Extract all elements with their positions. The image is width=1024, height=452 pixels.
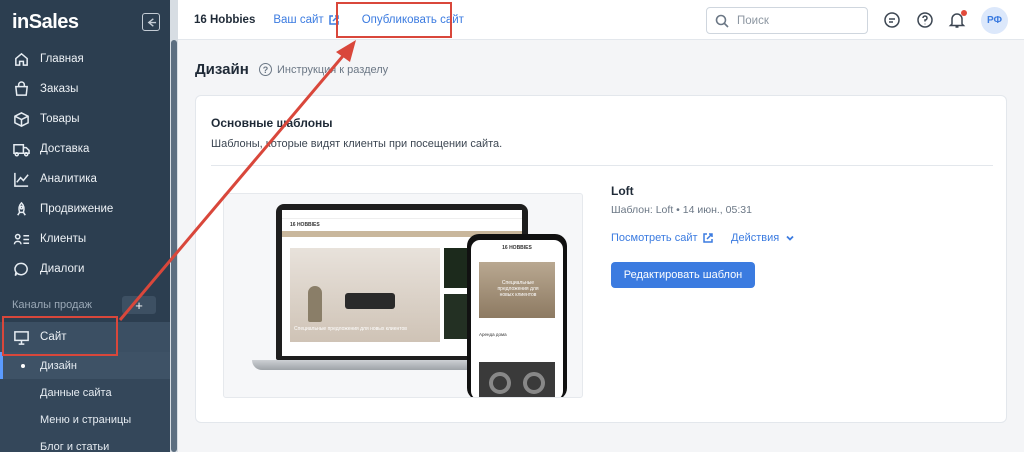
plant-shape: [308, 286, 322, 322]
site-highlight-box: [2, 316, 118, 356]
site-topbar: [282, 210, 522, 219]
site-logo: 16 HOBBIES: [290, 222, 320, 228]
sidebar-header: inSales: [0, 0, 170, 44]
shopping-bag-icon: [12, 80, 30, 98]
truck-icon: [12, 140, 30, 158]
chevron-down-icon: [786, 235, 794, 241]
clients-list-icon: [12, 230, 30, 248]
sidebar-item-dialogs[interactable]: Диалоги: [0, 254, 170, 284]
scrollbar-thumb[interactable]: [171, 40, 177, 452]
collapse-sidebar-icon[interactable]: [142, 13, 160, 31]
sidebar-item-orders[interactable]: Заказы: [0, 74, 170, 104]
search-icon: [715, 14, 729, 28]
phone-mockup: 16 HOBBIES Специальные предложения для н…: [467, 234, 567, 397]
phone-site-preview: 16 HOBBIES Специальные предложения для н…: [471, 240, 563, 397]
actions-dropdown[interactable]: Действия: [731, 232, 795, 244]
add-channel-button[interactable]: +: [122, 296, 156, 314]
sidebar-item-products[interactable]: Товары: [0, 104, 170, 134]
phone-label: Аренда дома: [479, 332, 507, 337]
question-icon: ?: [259, 63, 272, 76]
sidebar-item-clients[interactable]: Клиенты: [0, 224, 170, 254]
phone-hero-text: Специальные предложения для новых клиент…: [497, 280, 539, 298]
subnav-item-design[interactable]: Дизайн: [0, 352, 170, 379]
templates-card: Основные шаблоны Шаблоны, которые видят …: [195, 95, 1007, 423]
subnav-item-label: Блог и статьи: [40, 440, 110, 452]
subnav-item-site-data[interactable]: Данные сайта: [0, 379, 170, 406]
logo: inSales: [12, 10, 79, 33]
ring-shape: [489, 372, 511, 394]
your-site-link[interactable]: Ваш сайт: [273, 14, 339, 26]
subnav-item-label: Дизайн: [40, 359, 77, 372]
sidebar-item-label: Клиенты: [40, 233, 87, 245]
card-title: Основные шаблоны: [211, 116, 333, 130]
search-input[interactable]: [737, 14, 857, 27]
notification-badge: [961, 10, 967, 16]
template-preview: 16 HOBBIES Специальные предложения для н…: [223, 193, 583, 398]
phone-logo: 16 HOBBIES: [502, 245, 532, 251]
sidebar-item-label: Диалоги: [40, 263, 85, 275]
phone-hero: Специальные предложения для новых клиент…: [479, 262, 555, 318]
subnav-item-menus-pages[interactable]: Меню и страницы: [0, 406, 170, 433]
phone-image: [479, 362, 555, 397]
hero-image: Специальные предложения для новых клиент…: [290, 248, 440, 342]
sidebar-item-label: Аналитика: [40, 173, 97, 185]
side-image: [444, 294, 468, 339]
sofa-shape: [345, 293, 395, 309]
sidebar-item-home[interactable]: Главная: [0, 44, 170, 74]
sidebar-scrollbar[interactable]: [170, 0, 178, 452]
theme-meta: Шаблон: Loft • 14 июн., 05:31: [611, 204, 752, 216]
sidebar-item-label: Товары: [40, 113, 80, 125]
home-icon: [12, 50, 30, 68]
chart-line-icon: [12, 170, 30, 188]
rocket-icon: [12, 200, 30, 218]
sidebar-item-label: Продвижение: [40, 203, 114, 215]
sidebar-item-analytics[interactable]: Аналитика: [0, 164, 170, 194]
subnav-item-blog[interactable]: Блог и статьи: [0, 433, 170, 452]
sidebar-item-label: Заказы: [40, 83, 79, 95]
ring-shape: [523, 372, 545, 394]
theme-name: Loft: [611, 184, 634, 198]
box-icon: [12, 110, 30, 128]
notifications-bell-icon[interactable]: [948, 10, 967, 29]
active-dot-icon: [21, 363, 25, 368]
site-subnav: Дизайн Данные сайта Меню и страницы Блог…: [0, 352, 170, 452]
side-image: [444, 248, 468, 288]
avatar[interactable]: РФ: [981, 7, 1008, 34]
actions-label: Действия: [731, 232, 780, 244]
publish-highlight-box: [336, 2, 452, 38]
sidebar-item-promotion[interactable]: Продвижение: [0, 194, 170, 224]
topbar: 16 Hobbies Ваш сайт Опубликовать сайт РФ: [178, 0, 1024, 40]
subnav-item-label: Меню и страницы: [40, 413, 132, 426]
sidebar-item-label: Главная: [40, 53, 84, 65]
sidebar-item-label: Доставка: [40, 143, 90, 155]
search-box[interactable]: [706, 7, 868, 34]
store-name: 16 Hobbies: [194, 13, 256, 26]
subnav-item-label: Данные сайта: [40, 386, 112, 399]
messages-icon[interactable]: [883, 11, 901, 29]
view-site-label: Посмотреть сайт: [611, 232, 698, 244]
your-site-label: Ваш сайт: [273, 13, 324, 26]
help-icon[interactable]: [916, 11, 934, 29]
view-site-link[interactable]: Посмотреть сайт: [611, 232, 714, 244]
sidebar-item-delivery[interactable]: Доставка: [0, 134, 170, 164]
hero-text: Специальные предложения для новых клиент…: [294, 326, 407, 332]
card-subtitle: Шаблоны, которые видят клиенты при посещ…: [211, 138, 503, 150]
help-link-label: Инструкция к разделу: [277, 63, 389, 76]
sidebar: inSales Главная Заказы Товары Доставка А…: [0, 0, 170, 452]
help-link[interactable]: ? Инструкция к разделу: [259, 63, 388, 76]
external-link-icon: [702, 233, 713, 243]
chat-icon: [12, 260, 30, 278]
divider: [211, 165, 993, 166]
edit-template-button[interactable]: Редактировать шаблон: [611, 262, 755, 288]
page-title: Дизайн: [195, 61, 249, 78]
sales-channels-label: Каналы продаж: [12, 299, 92, 311]
